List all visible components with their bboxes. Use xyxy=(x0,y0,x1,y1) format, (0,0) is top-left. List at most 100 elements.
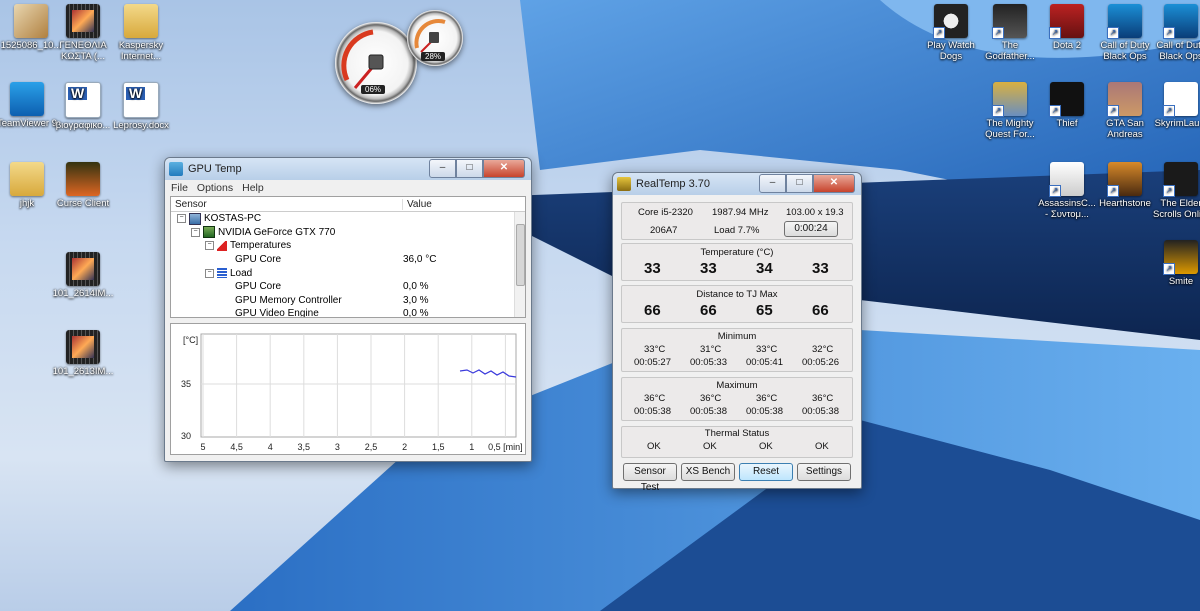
shortcut-icon: ↗ xyxy=(1107,82,1142,117)
chart-plot-area xyxy=(200,333,517,438)
desktop-icon[interactable]: ↗SkyrimLau... xyxy=(1150,82,1200,129)
sensor-tree-row[interactable]: − Temperatures xyxy=(171,239,525,253)
chart-x-tick-label: 3,5 xyxy=(298,442,311,452)
desktop-icon[interactable]: Curse Client xyxy=(52,162,114,209)
minimize-button[interactable]: – xyxy=(759,174,786,193)
shortcut-icon: ↗ xyxy=(1163,240,1198,275)
memory-percent-readout: 28% xyxy=(421,52,446,61)
desktop-icon[interactable]: ↗The Elder Scrolls Onli... xyxy=(1150,162,1200,220)
desktop-icon-label: 101_2614IM... xyxy=(52,288,114,299)
column-value[interactable]: Value xyxy=(403,199,432,210)
shortcut-arrow-icon: ↗ xyxy=(1163,105,1175,117)
sensor-tree-row[interactable]: GPU Memory Controller 3,0 % xyxy=(171,294,525,308)
sensor-tree-row[interactable]: GPU Video Engine 0,0 % xyxy=(171,307,525,317)
desktop-icon-label: Call of Duty Black Ops xyxy=(1100,40,1150,62)
core3-temp: 33 xyxy=(812,260,829,277)
sensor-grid-header: Sensor Value xyxy=(171,197,525,212)
realtemp-window[interactable]: RealTemp 3.70 – □ ✕ Core i5-2320 1987.94… xyxy=(612,172,862,493)
shortcut-arrow-icon: ↗ xyxy=(992,27,1004,39)
temperature-label: Temperature (°C) xyxy=(700,247,774,258)
realtemp-app-icon xyxy=(617,177,631,191)
desktop-icon[interactable]: ↗ The Godfather... xyxy=(979,4,1041,62)
collapse-toggle-icon[interactable]: − xyxy=(191,227,200,237)
thermo-icon xyxy=(217,240,227,251)
sensor-tree-row[interactable]: GPU Core 36,0 °C xyxy=(171,253,525,267)
desktop-icon[interactable]: jhjk xyxy=(0,162,58,209)
shortcut-arrow-icon: ↗ xyxy=(1163,185,1175,197)
menu-file[interactable]: File xyxy=(171,182,188,194)
desktop-icon-label: Call of Duty Black Ops xyxy=(1156,40,1200,62)
realtemp-title: RealTemp 3.70 xyxy=(636,178,710,190)
shortcut-arrow-icon: ↗ xyxy=(933,27,945,39)
bars-icon xyxy=(217,268,227,279)
desktop-icon-label: The Godfather... xyxy=(985,40,1035,62)
shortcut-icon: ↗ xyxy=(1107,4,1142,39)
maximize-button[interactable]: □ xyxy=(456,159,483,178)
sensor-test-button[interactable]: Sensor Test xyxy=(623,463,677,493)
sensor-tree-row[interactable]: GPU Core 0,0 % xyxy=(171,280,525,294)
desktop-icon[interactable]: ↗ Play Watch Dogs xyxy=(920,4,982,62)
timer-button[interactable]: 0:00:24 xyxy=(784,221,838,237)
shortcut-arrow-icon: ↗ xyxy=(1163,263,1175,275)
sensor-tree-row[interactable]: − Load xyxy=(171,266,525,280)
column-sensor[interactable]: Sensor xyxy=(171,198,403,210)
sensor-value: 36,0 °C xyxy=(403,254,437,266)
core3-thermal-status: OK xyxy=(815,441,829,452)
cpu-meter-gadget[interactable]: 06% 28% xyxy=(333,8,463,108)
menu-help[interactable]: Help xyxy=(242,182,264,194)
desktop-icon[interactable]: ↗Call of Duty Black Ops xyxy=(1094,4,1156,62)
sensor-grid: Sensor Value − KOSTAS-PC − NVIDIA GeForce G… xyxy=(170,196,526,318)
shortcut-icon: ↗ xyxy=(1163,82,1198,117)
shortcut-icon: ↗ xyxy=(1049,4,1084,39)
reset-button[interactable]: Reset xyxy=(739,463,793,481)
shortcut-arrow-icon: ↗ xyxy=(1049,185,1061,197)
desktop-icon[interactable]: ↗ Thief xyxy=(1036,82,1098,129)
desktop-icon[interactable]: Kaspersky Internet... xyxy=(110,4,172,62)
shortcut-icon xyxy=(124,4,158,38)
desktop-icon-label: ΓΕΝΕΘΛΙΑ ΚΩΣΤΑ (... xyxy=(59,40,107,62)
core0-max-temp: 36°C xyxy=(644,393,666,404)
close-button[interactable]: ✕ xyxy=(483,159,525,178)
sensor-label: GPU Video Engine xyxy=(235,308,319,317)
cpu-load: Load 7.7% xyxy=(714,225,760,236)
desktop-icon[interactable]: ↗ The Mighty Quest For... xyxy=(979,82,1041,140)
desktop-icon[interactable]: Leprosy.docx xyxy=(110,82,172,131)
menu-options[interactable]: Options xyxy=(197,182,233,194)
desktop-icon[interactable]: ΓΕΝΕΘΛΙΑ ΚΩΣΤΑ (... xyxy=(52,4,114,62)
sensor-tree[interactable]: − KOSTAS-PC − NVIDIA GeForce GTX 770− Temper… xyxy=(171,212,525,317)
collapse-toggle-icon[interactable]: − xyxy=(205,268,214,278)
gputemp-titlebar[interactable]: GPU Temp – □ ✕ xyxy=(165,158,531,180)
desktop-icon[interactable]: ↗ Dota 2 xyxy=(1036,4,1098,51)
sensor-tree-row[interactable]: − NVIDIA GeForce GTX 770 xyxy=(171,226,525,240)
desktop-icon[interactable]: ↗Call of Duty Black Ops xyxy=(1150,4,1200,62)
desktop-icon[interactable]: ↗ AssassinsC... - Συντομ... xyxy=(1036,162,1098,220)
xs-bench-button[interactable]: XS Bench xyxy=(681,463,735,481)
settings-button[interactable]: Settings xyxy=(797,463,851,481)
sensor-label: GPU Core xyxy=(235,254,282,266)
collapse-toggle-icon[interactable]: − xyxy=(177,214,186,224)
desktop-icon-label: Leprosy.docx xyxy=(113,120,169,131)
thermal-status-panel: Thermal Status OK OK OK OK xyxy=(621,426,853,458)
core1-distance: 66 xyxy=(700,302,717,319)
desktop-icon[interactable]: TeamViewer 9 xyxy=(0,82,58,129)
desktop-icon[interactable]: ↗ Hearthstone xyxy=(1094,162,1156,209)
close-button[interactable]: ✕ xyxy=(813,174,855,193)
desktop-icon[interactable]: βιογραφικο... xyxy=(52,82,114,131)
maximize-button[interactable]: □ xyxy=(786,174,813,193)
desktop-icon-label: Smite xyxy=(1168,276,1194,287)
desktop-icon-label: AssassinsC... - Συντομ... xyxy=(1038,198,1096,220)
sensor-tree-row[interactable]: − KOSTAS-PC xyxy=(171,212,525,226)
temperature-chart: 5 4,5 4 3,5 3 2,5 2 1,5 1 0,5 [min] [°C] 35 30 xyxy=(170,323,526,455)
core0-min-temp: 33°C xyxy=(644,344,666,355)
desktop-icon[interactable]: ↗ GTA San Andreas xyxy=(1094,82,1156,140)
realtemp-titlebar[interactable]: RealTemp 3.70 – □ ✕ xyxy=(613,173,861,195)
desktop-icon[interactable]: 101_2613IM... xyxy=(52,330,114,377)
desktop-icon[interactable]: ↗ Smite xyxy=(1150,240,1200,287)
desktop-icon-label: Dota 2 xyxy=(1053,40,1081,51)
gputemp-window[interactable]: GPU Temp – □ ✕ File Options Help Sensor … xyxy=(164,157,532,462)
collapse-toggle-icon[interactable]: − xyxy=(205,241,214,251)
core1-thermal-status: OK xyxy=(703,441,717,452)
desktop-icon[interactable]: 101_2614IM... xyxy=(52,252,114,299)
minimize-button[interactable]: – xyxy=(429,159,456,178)
chart-x-tick-label: 5 xyxy=(200,442,205,452)
